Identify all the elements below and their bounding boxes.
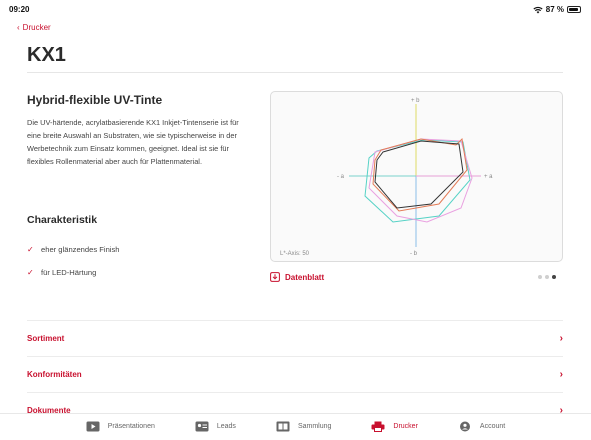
wifi-icon [533,6,543,13]
carousel-dot[interactable] [545,275,549,279]
row-konformitaeten[interactable]: Konformitäten › [27,356,563,392]
tab-label: Account [479,422,506,430]
row-sortiment[interactable]: Sortiment › [27,320,563,356]
battery-percent: 87 % [545,5,564,14]
collection-icon [276,421,290,431]
detail-rows: Sortiment › Konformitäten › Dokumente › [27,320,563,428]
gamut-chart[interactable]: + b - b + a - a L*-Axis: 50 [270,91,563,262]
tab-sammlung[interactable]: Sammlung [256,414,351,438]
axis-label-plus-b: + b [411,98,420,104]
characteristics-list: ✓ eher glänzendes Finish ✓ für LED-Härtu… [27,238,120,284]
checkmark-icon: ✓ [27,268,34,277]
account-icon [459,421,470,431]
checkmark-icon: ✓ [27,245,34,254]
title-divider [27,72,563,73]
printer-icon [371,421,385,432]
tab-bar: Präsentationen Leads Sammlung Drucker Ac… [0,413,591,440]
characteristic-item: ✓ für LED-Härtung [27,261,120,284]
chevron-right-icon: › [559,333,563,344]
datasheet-link[interactable]: Datenblatt [270,272,324,282]
characteristic-label: für LED-Härtung [41,268,97,277]
tab-praesentationen[interactable]: Präsentationen [66,414,175,438]
gamut-chart-graphic: + b - b + a - a L*-Axis: 50 [280,98,493,257]
gamut-outline-black [374,140,464,209]
datasheet-label: Datenblatt [285,272,325,282]
chevron-left-icon: ‹ [17,23,20,32]
carousel-dot-active[interactable] [552,275,556,279]
tab-label: Drucker [393,422,418,430]
characteristic-label: eher glänzendes Finish [41,245,120,254]
battery-level [569,8,578,11]
presentation-icon [86,421,100,431]
back-label: Drucker [22,23,51,32]
tab-account[interactable]: Account [438,414,525,438]
tab-label: Sammlung [297,422,332,430]
battery-icon [567,6,581,13]
lightness-label: L*-Axis: 50 [280,251,310,257]
axis-label-minus-a: - a [337,174,345,180]
row-label: Sortiment [27,334,65,343]
tab-label: Leads [216,422,236,430]
characteristics-title: Charakteristik [27,214,98,226]
axis-label-minus-b: - b [410,251,418,257]
tab-drucker[interactable]: Drucker [351,414,438,438]
status-time: 09:20 [9,5,30,14]
chevron-right-icon: › [559,369,563,380]
status-bar: 09:20 87 % [0,0,591,18]
product-description: Die UV-härtende, acrylatbasierende KX1 I… [27,118,239,166]
carousel-indicator [538,275,556,279]
axis-label-plus-a: + a [484,174,493,180]
tab-leads[interactable]: Leads [175,414,256,438]
status-indicators: 87 % [533,5,581,14]
tab-label: Präsentationen [107,422,155,430]
back-button[interactable]: ‹ Drucker [17,23,51,32]
carousel-dot[interactable] [538,275,542,279]
characteristic-item: ✓ eher glänzendes Finish [27,238,120,261]
product-heading: Hybrid-flexible UV-Tinte [27,93,163,107]
id-card-icon [195,421,209,431]
download-icon [270,272,280,282]
row-label: Konformitäten [27,370,82,379]
page-title: KX1 [27,44,66,66]
